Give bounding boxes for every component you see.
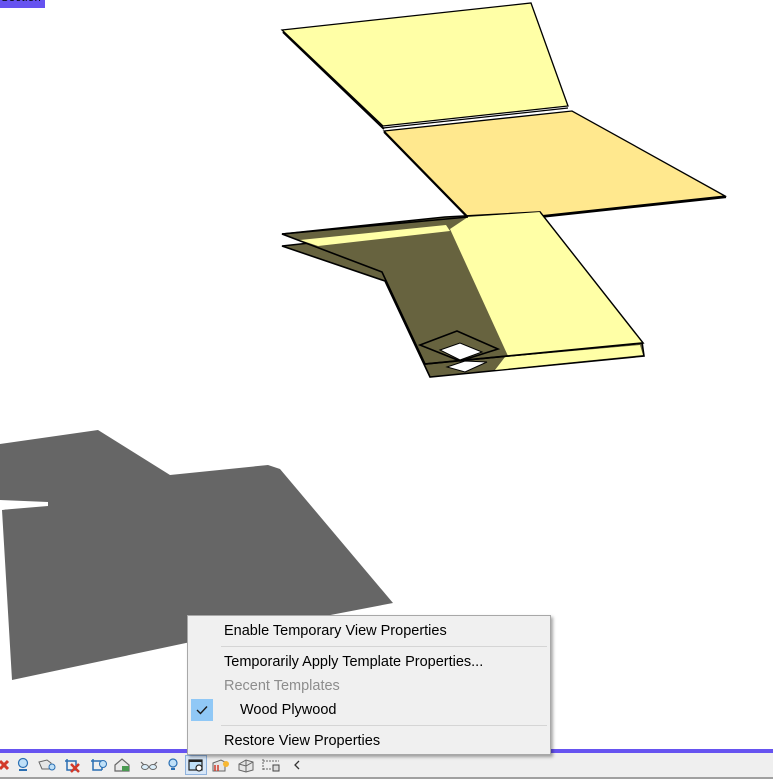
- temporary-view-properties-icon[interactable]: [185, 755, 207, 775]
- upper-plate-top: [382, 110, 728, 224]
- menu-item-enable-temporary-view-properties[interactable]: Enable Temporary View Properties: [188, 620, 550, 642]
- show-crop-region-icon[interactable]: [88, 756, 108, 774]
- reveal-constraints-icon[interactable]: [261, 756, 281, 774]
- view-corner-tag: Section: [0, 0, 45, 8]
- shadows-icon[interactable]: [37, 756, 57, 774]
- reveal-hidden-elements-icon[interactable]: [163, 756, 183, 774]
- sun-path-icon[interactable]: [13, 756, 33, 774]
- menu-separator: [221, 725, 547, 726]
- view-control-bar: [0, 753, 773, 779]
- menu-separator: [221, 646, 547, 647]
- highlight-displacement-icon[interactable]: [236, 756, 256, 774]
- menu-item-restore-view-properties[interactable]: Restore View Properties: [188, 730, 550, 752]
- collapse-arrow-icon[interactable]: [287, 756, 307, 774]
- menu-item-recent-templates-header: Recent Templates: [224, 678, 340, 694]
- show-analytical-model-icon[interactable]: [211, 756, 231, 774]
- checkmark-icon: [191, 699, 213, 721]
- remove-hidden-icon[interactable]: [0, 756, 14, 774]
- crop-view-icon[interactable]: [62, 756, 82, 774]
- unlock-3d-view-icon[interactable]: [113, 756, 133, 774]
- upper-plate-back: [280, 2, 569, 127]
- menu-item-temporarily-apply-template[interactable]: Temporarily Apply Template Properties...: [188, 651, 550, 673]
- temporary-hide-isolate-icon[interactable]: [139, 756, 159, 774]
- menu-item-wood-plywood[interactable]: Wood Plywood: [188, 699, 550, 721]
- temporary-view-properties-menu: Enable Temporary View Properties Tempora…: [187, 615, 551, 755]
